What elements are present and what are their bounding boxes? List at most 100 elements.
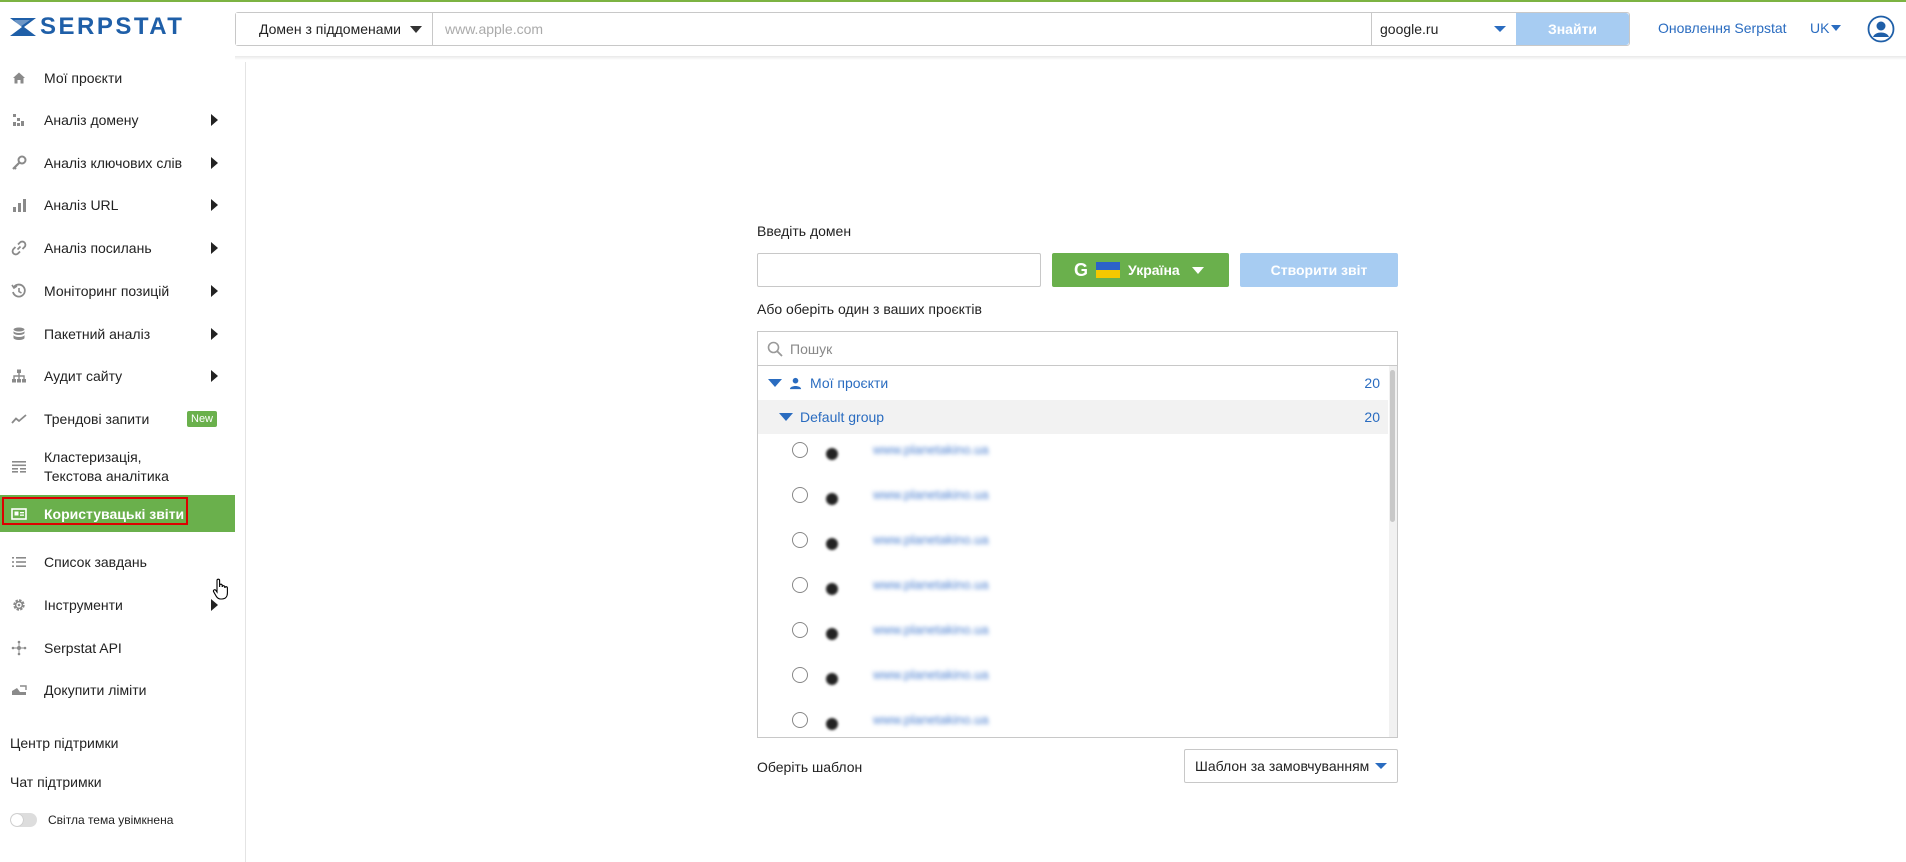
project-row[interactable]: www.planetakino.ua <box>758 442 1388 487</box>
tree-root-label: Мої проєкти <box>810 375 889 391</box>
sidebar-item-tools[interactable]: Інструменти <box>0 593 235 617</box>
sidebar-item-link-analysis[interactable]: Аналіз посилань <box>0 236 235 260</box>
project-favicon-icon <box>826 673 838 685</box>
topbar-shadow <box>235 56 1906 60</box>
submenu-arrow-icon <box>211 328 218 340</box>
language-select[interactable]: UK <box>1810 20 1842 36</box>
user-account-icon[interactable] <box>1867 15 1895 43</box>
ukraine-flag-icon <box>1096 262 1121 278</box>
create-report-button[interactable]: Створити звіт <box>1240 253 1398 287</box>
tree-root-my-projects[interactable]: Мої проєкти 20 <box>758 366 1388 400</box>
sidebar-item-custom-reports[interactable]: Користувацькі звіти <box>0 495 235 532</box>
tree-group-label: Default group <box>800 409 885 425</box>
sidebar-item-label-line1: Кластеризація, <box>44 449 142 465</box>
clustering-icon <box>10 457 28 475</box>
project-name: www.planetakino.ua <box>873 622 989 637</box>
google-icon: G <box>1074 259 1089 280</box>
project-row[interactable]: www.planetakino.ua <box>758 622 1388 667</box>
search-region-select[interactable]: G Україна <box>1052 253 1229 287</box>
bar-chart-icon <box>10 196 28 214</box>
trend-icon <box>10 410 28 428</box>
chevron-down-icon <box>1191 266 1204 274</box>
content-divider <box>245 62 246 862</box>
database-icon <box>10 325 28 343</box>
sidebar-item-position-monitoring[interactable]: Моніторинг позицій <box>0 279 235 303</box>
serpstat-updates-link[interactable]: Оновлення Serpstat <box>1658 20 1787 36</box>
tree-group-default[interactable]: Default group 20 <box>758 400 1388 434</box>
support-center-link[interactable]: Центр підтримки <box>10 735 118 751</box>
sidebar-item-url-analysis[interactable]: Аналіз URL <box>0 193 235 217</box>
project-search-row <box>758 332 1397 366</box>
serpstat-logo[interactable]: SERPSTAT <box>10 13 185 40</box>
search-scope-select[interactable]: Домен з піддоменами <box>236 13 433 45</box>
project-search-input[interactable] <box>790 340 1350 357</box>
project-radio[interactable] <box>792 622 808 638</box>
history-icon <box>10 282 28 300</box>
project-row[interactable]: www.planetakino.ua <box>758 532 1388 577</box>
submenu-arrow-icon <box>211 242 218 254</box>
submenu-arrow-icon <box>211 199 218 211</box>
project-row[interactable]: www.planetakino.ua <box>758 712 1388 737</box>
report-icon <box>10 505 28 523</box>
sidebar-item-site-audit[interactable]: Аудит сайту <box>0 364 235 388</box>
domain-search-input[interactable] <box>433 13 1371 45</box>
project-radio[interactable] <box>792 442 808 458</box>
logo-text: SERPSTAT <box>40 13 185 40</box>
project-radio[interactable] <box>792 577 808 593</box>
sidebar-item-label: Мої проєкти <box>44 70 123 86</box>
key-icon <box>10 154 28 172</box>
project-favicon-icon <box>826 448 838 460</box>
project-radio[interactable] <box>792 487 808 503</box>
sidebar-item-label: Serpstat API <box>44 640 122 656</box>
submenu-arrow-icon <box>211 114 218 126</box>
api-icon <box>10 639 28 657</box>
project-name: www.planetakino.ua <box>873 577 989 592</box>
tree-root-count: 20 <box>1364 375 1380 391</box>
project-row[interactable]: www.planetakino.ua <box>758 667 1388 712</box>
report-domain-input[interactable] <box>757 253 1041 287</box>
sidebar-item-buy-limits[interactable]: Докупити ліміти <box>0 678 235 702</box>
sidebar-item-clustering[interactable]: Кластеризація, Текстова аналітика <box>0 446 235 486</box>
sidebar-item-task-list[interactable]: Список завдань <box>0 550 235 574</box>
project-name: www.planetakino.ua <box>873 532 989 547</box>
find-button[interactable]: Знайти <box>1516 13 1629 45</box>
user-icon <box>789 377 802 389</box>
sidebar-item-label: Моніторинг позицій <box>44 283 170 299</box>
project-name: www.planetakino.ua <box>873 712 989 727</box>
template-select[interactable]: Шаблон за замовчуванням <box>1184 749 1398 783</box>
project-favicon-icon <box>826 583 838 595</box>
domain-analysis-icon <box>10 111 28 129</box>
sidebar-item-label: Аналіз ключових слів <box>44 155 183 171</box>
chevron-down-icon <box>410 25 422 33</box>
caret-down-icon <box>779 413 793 421</box>
sidebar-item-keyword-analysis[interactable]: Аналіз ключових слів <box>0 151 235 175</box>
sidebar-item-domain-analysis[interactable]: Аналіз домену <box>0 108 235 132</box>
sidebar-item-serpstat-api[interactable]: Serpstat API <box>0 636 235 660</box>
sidebar-item-my-projects[interactable]: Мої проєкти <box>0 66 235 90</box>
search-engine-select[interactable]: google.ru <box>1371 13 1516 45</box>
sidebar-item-label: Аналіз посилань <box>44 240 152 256</box>
support-chat-link[interactable]: Чат підтримки <box>10 774 102 790</box>
submenu-arrow-icon <box>211 157 218 169</box>
sidebar-item-trending-queries[interactable]: Трендові запити New <box>0 407 235 431</box>
sidebar-item-label: Інструменти <box>44 597 123 613</box>
search-engine-label: google.ru <box>1380 21 1439 37</box>
tree-group-count: 20 <box>1364 409 1380 425</box>
chevron-down-icon <box>1375 763 1387 769</box>
project-radio[interactable] <box>792 667 808 683</box>
logo-icon <box>10 18 36 36</box>
limits-icon <box>10 681 28 699</box>
project-row[interactable]: www.planetakino.ua <box>758 577 1388 622</box>
search-icon <box>767 341 783 357</box>
projects-scrollbar-thumb[interactable] <box>1390 370 1395 522</box>
sidebar-item-label: Аналіз URL <box>44 197 119 213</box>
project-radio[interactable] <box>792 712 808 728</box>
theme-toggle[interactable] <box>10 813 37 827</box>
template-value: Шаблон за замовчуванням <box>1195 758 1370 774</box>
project-radio[interactable] <box>792 532 808 548</box>
new-badge: New <box>187 411 218 427</box>
chevron-down-icon <box>1494 26 1506 32</box>
sidebar-item-batch-analysis[interactable]: Пакетний аналіз <box>0 322 235 346</box>
project-row[interactable]: www.planetakino.ua <box>758 487 1388 532</box>
sidebar-item-label: Трендові запити <box>44 411 150 427</box>
